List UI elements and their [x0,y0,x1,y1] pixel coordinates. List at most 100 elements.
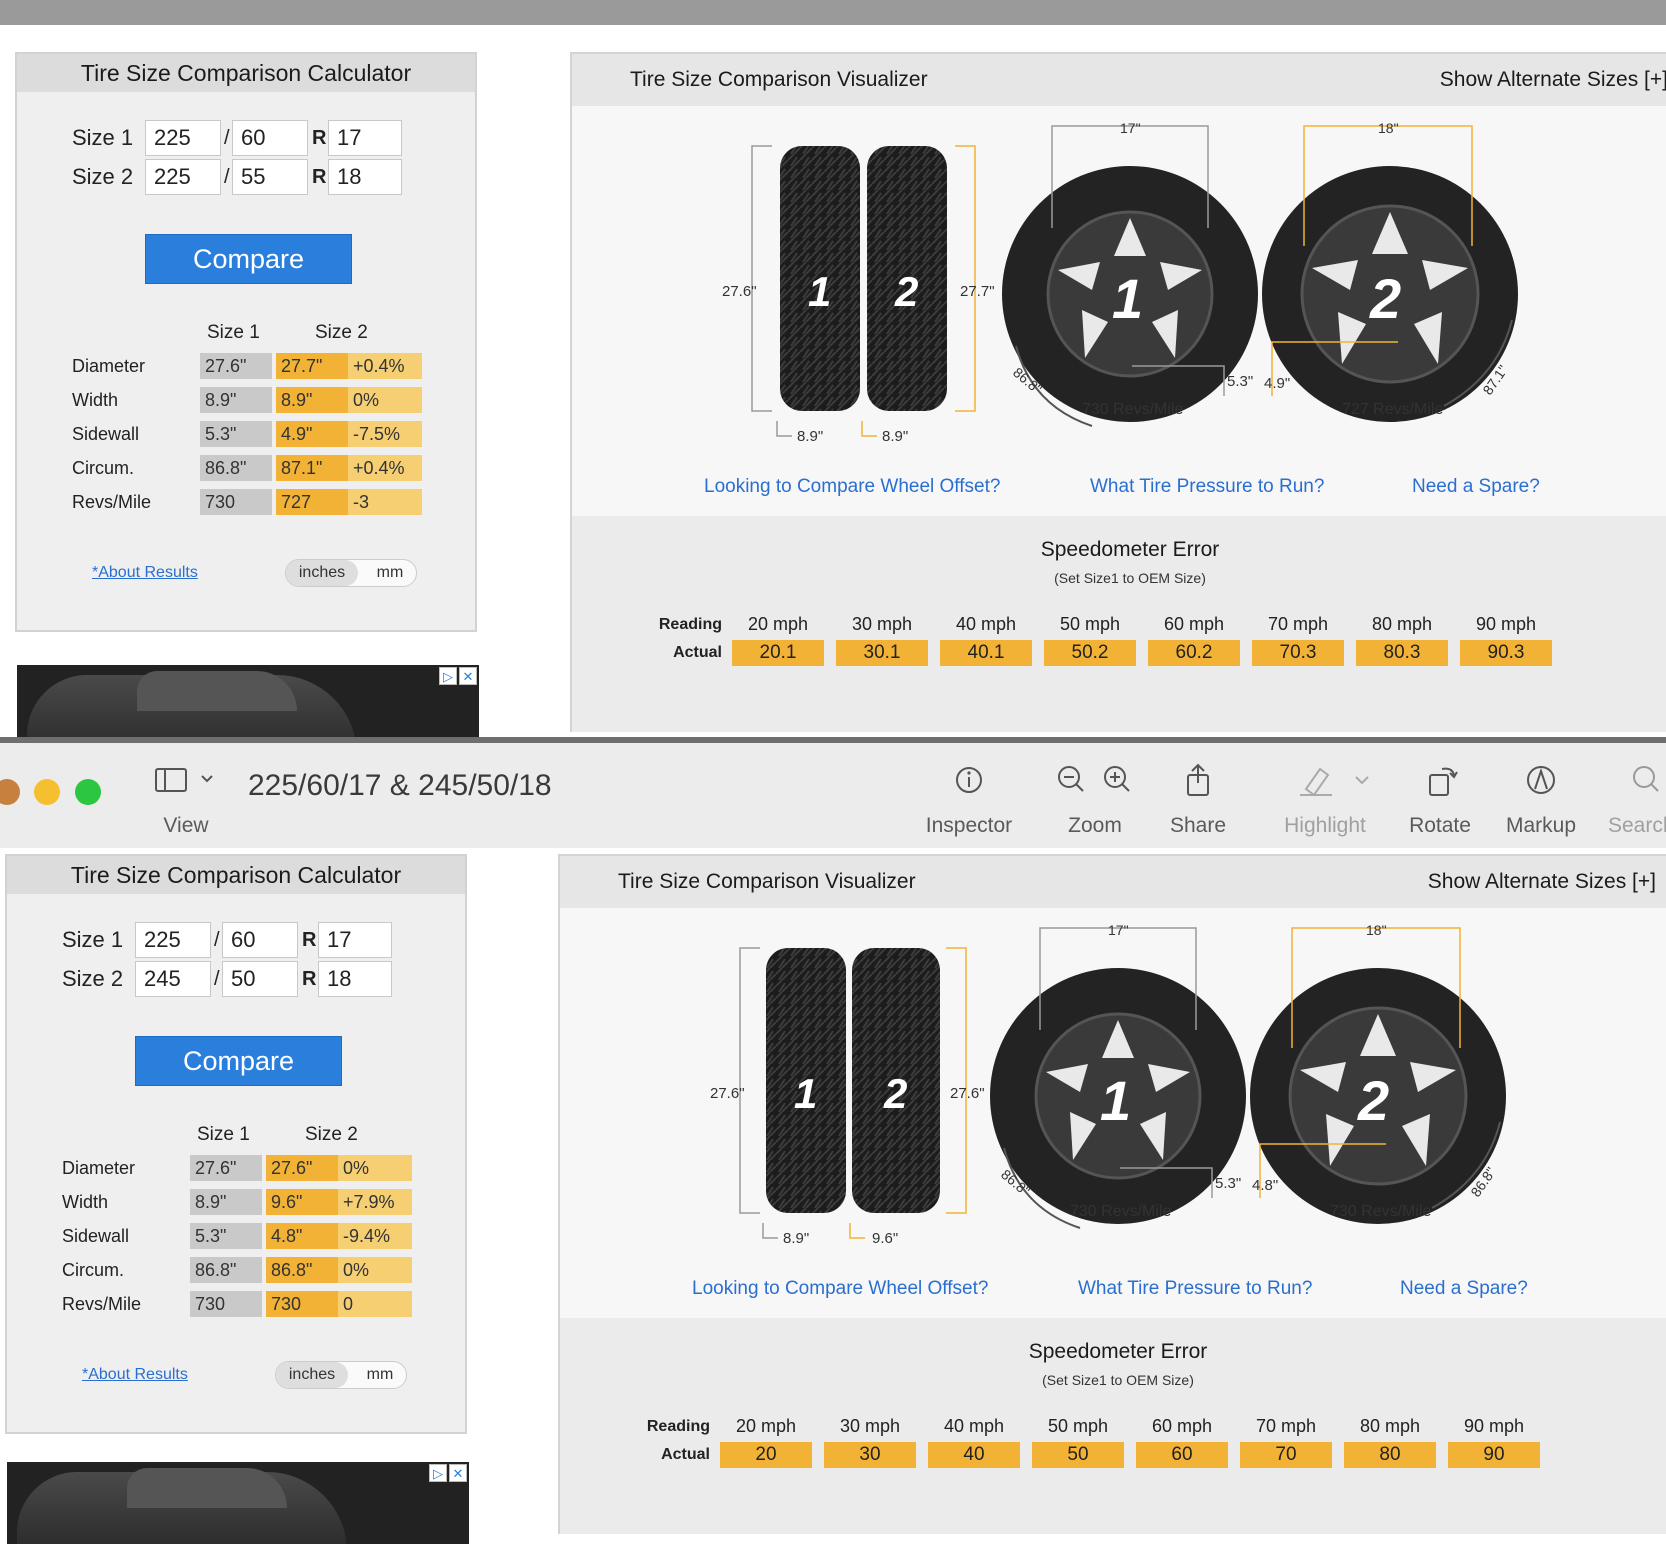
actual-value: 60 [1136,1442,1228,1468]
size1-value: 86.8" [200,455,272,481]
height1-bracket [739,947,760,1214]
highlight-label: Highlight [1284,814,1366,837]
rim1-label: 17" [1108,922,1129,938]
revs2-label: 730 Revs/Mile [1330,1203,1431,1220]
reading-value: 60 mph [1151,1416,1213,1436]
speedometer-error-section: Speedometer Error (Set Size1 to OEM Size… [560,1318,1666,1534]
size1-rim-input[interactable]: 17 [328,120,402,156]
size2-aspect-input[interactable]: 55 [232,159,308,195]
slash-sep: / [214,968,220,990]
ad-banner[interactable]: ▷ ✕ [7,1462,469,1544]
size2-label: Size 2 [72,164,134,189]
actual-value: 70 [1240,1442,1332,1468]
zoom-button[interactable]: Zoom [1045,763,1145,838]
reading-value: 60 mph [1163,614,1225,634]
unit-mm-option[interactable]: mm [356,1362,404,1388]
compare-button[interactable]: Compare [135,1036,342,1086]
size1-aspect-input[interactable]: 60 [222,922,298,958]
speedometer-subtitle: (Set Size1 to OEM Size) [1054,570,1206,586]
size1-value: 730 [200,489,272,515]
size1-value: 86.8" [190,1257,262,1283]
size2-value: 86.8" [266,1257,338,1283]
size2-rim-input[interactable]: 18 [318,961,392,997]
zoom-icons [1058,766,1130,792]
rotate-button[interactable]: Rotate [1400,763,1480,838]
r-sep: R [312,127,327,149]
highlight-button[interactable]: Highlight [1272,763,1378,838]
ad-choices-icon[interactable]: ▷ [439,667,457,685]
actual-value: 50 [1032,1442,1124,1468]
height1-label: 27.6" [722,283,757,300]
inspector-button[interactable]: Inspector [915,763,1023,838]
size2-aspect-input[interactable]: 50 [222,961,298,997]
reading-value: 70 mph [1267,614,1329,634]
revs2-label: 727 Revs/Mile [1342,401,1443,418]
actual-value: 40.1 [940,640,1032,666]
unit-inches-option[interactable]: inches [286,560,358,586]
markup-label: Markup [1505,814,1577,837]
about-results-link[interactable]: *About Results [82,1366,188,1384]
difference-value: +0.4% [348,353,422,379]
size2-rim-input[interactable]: 18 [328,159,402,195]
size1-label: Size 1 [72,125,134,150]
sidewall1-label: 5.3" [1227,373,1253,390]
view-menu-button[interactable]: View [150,763,222,838]
need-spare-link[interactable]: Need a Spare? [1412,476,1540,498]
show-alternate-sizes-link[interactable]: Show Alternate Sizes [+] [1428,856,1656,908]
result-row-sidewall: Sidewall 5.3" 4.9" -7.5% [72,421,432,447]
ad-banner[interactable]: ▷ ✕ [17,665,479,737]
row-label: Sidewall [62,1226,130,1246]
need-spare-link[interactable]: Need a Spare? [1400,1278,1528,1300]
unit-mm-option[interactable]: mm [366,560,414,586]
share-button[interactable]: Share [1160,763,1236,838]
size2-width-input[interactable]: 225 [145,159,221,195]
ad-close-icon[interactable]: ✕ [449,1464,467,1482]
results-header-size1: Size 1 [197,1124,250,1145]
result-row-circumference: Circum. 86.8" 86.8" 0% [62,1257,422,1283]
unit-inches-option[interactable]: inches [276,1362,348,1388]
size1-aspect-input[interactable]: 60 [232,120,308,156]
minimize-window-button[interactable] [34,779,60,805]
reading-value: 70 mph [1255,1416,1317,1436]
help-links: Looking to Compare Wheel Offset? What Ti… [572,466,1666,516]
tire-pressure-link[interactable]: What Tire Pressure to Run? [1078,1278,1312,1300]
close-window-button[interactable] [0,779,20,805]
markup-icon [1527,766,1555,794]
ad-choices-icon[interactable]: ▷ [429,1464,447,1482]
wheel2-number: 2 [1357,1069,1389,1132]
reading-value: 80 mph [1371,614,1433,634]
rotate-label: Rotate [1409,814,1471,837]
height2-label: 27.6" [950,1085,985,1102]
unit-toggle[interactable]: inches mm [285,559,417,587]
unit-toggle[interactable]: inches mm [275,1361,407,1389]
row-label: Circum. [72,458,134,478]
wheel-offset-link[interactable]: Looking to Compare Wheel Offset? [692,1278,988,1300]
size1-value: 8.9" [200,387,272,413]
wheel-offset-link[interactable]: Looking to Compare Wheel Offset? [704,476,1000,498]
size1-value: 730 [190,1291,262,1317]
zoom-label: Zoom [1068,814,1122,837]
actual-value: 80.3 [1356,640,1448,666]
slash-sep: / [224,127,230,149]
view-label: View [163,814,209,837]
reading-label: Reading [646,1418,710,1435]
actual-value: 20.1 [732,640,824,666]
size1-width-input[interactable]: 225 [145,120,221,156]
speedometer-subtitle: (Set Size1 to OEM Size) [1042,1372,1194,1388]
slash-sep: / [214,929,220,951]
markup-button[interactable]: Markup [1500,763,1582,838]
size1-width-input[interactable]: 225 [135,922,211,958]
compare-button[interactable]: Compare [145,234,352,284]
difference-value: 0% [338,1257,412,1283]
zoom-window-button[interactable] [75,779,101,805]
show-alternate-sizes-link[interactable]: Show Alternate Sizes [+] [1440,54,1666,106]
tire-pressure-link[interactable]: What Tire Pressure to Run? [1090,476,1324,498]
search-button[interactable]: Search [1608,763,1666,838]
ad-close-icon[interactable]: ✕ [459,667,477,685]
about-results-link[interactable]: *About Results [92,564,198,582]
size2-width-input[interactable]: 245 [135,961,211,997]
size1-label: Size 1 [62,927,124,952]
size1-rim-input[interactable]: 17 [318,922,392,958]
speedometer-title: Speedometer Error [1028,1340,1208,1363]
actual-label: Actual [673,644,722,661]
